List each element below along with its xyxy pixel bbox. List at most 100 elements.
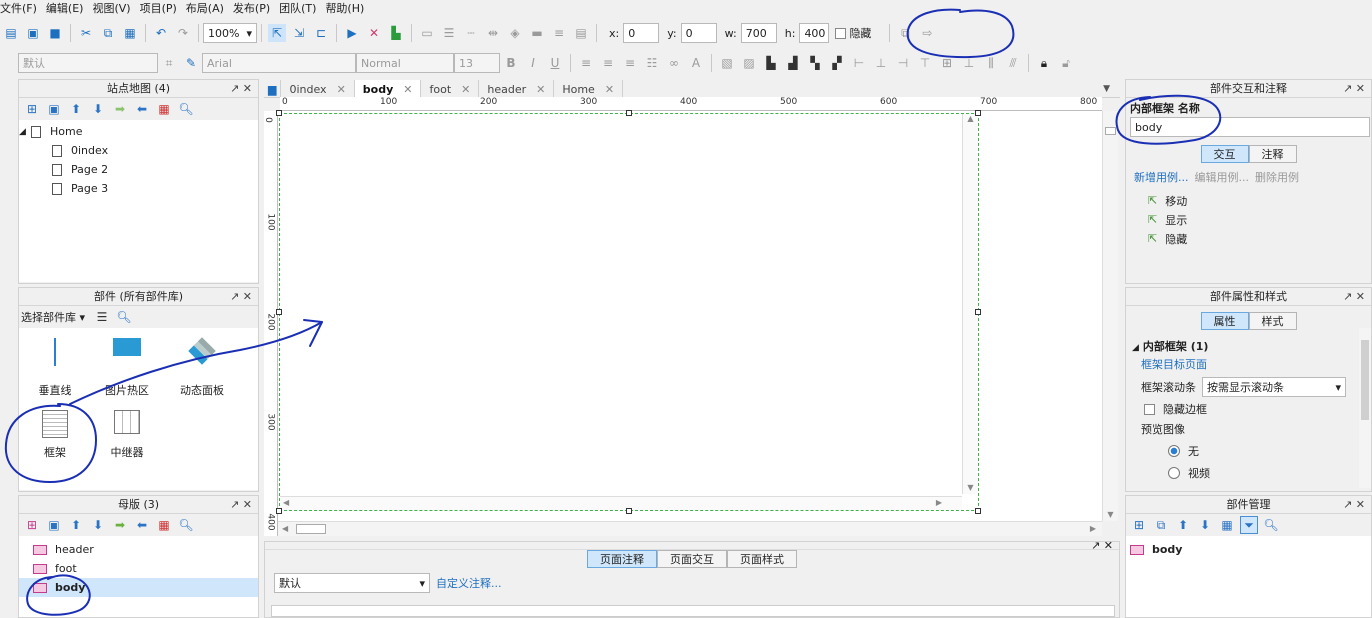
- x-input[interactable]: 0: [623, 23, 660, 43]
- menu-publish[interactable]: 发布(P): [233, 0, 270, 16]
- close-icon[interactable]: ✕: [461, 83, 470, 96]
- publish-icon[interactable]: ▙: [387, 24, 405, 42]
- filter-icon[interactable]: ⏷: [1240, 516, 1258, 534]
- align-objects-right-icon[interactable]: ⊣: [894, 54, 912, 72]
- add-folder-icon[interactable]: ▣: [45, 516, 63, 534]
- event-show[interactable]: ⇱ 显示: [1148, 210, 1367, 229]
- arrow-style-icon[interactable]: ⇹: [484, 24, 502, 42]
- tab-properties[interactable]: 属性: [1200, 312, 1249, 330]
- add-case-link[interactable]: 新增用例...: [1134, 169, 1189, 185]
- resize-handle[interactable]: [975, 110, 981, 116]
- panel-controls-icon[interactable]: ↗ ✕: [1091, 539, 1113, 552]
- manager-item-body[interactable]: body: [1130, 540, 1371, 559]
- group-objects-icon[interactable]: ▚: [806, 54, 824, 72]
- move-up-icon[interactable]: ⬆: [1174, 516, 1192, 534]
- delete-master-icon[interactable]: ▦: [155, 516, 173, 534]
- edit-case-link[interactable]: 编辑用例...: [1195, 169, 1250, 185]
- menu-project[interactable]: 项目(P): [140, 0, 177, 16]
- custom-notes-link[interactable]: 自定义注释...: [436, 575, 502, 591]
- align-objects-center-icon[interactable]: ⊥: [872, 54, 890, 72]
- scroll-down-icon[interactable]: ▼: [963, 483, 978, 492]
- tab-header[interactable]: header ✕: [479, 80, 555, 98]
- inline-frame-widget[interactable]: ▲ ▼ ◀ ▶: [279, 113, 979, 511]
- font-select[interactable]: Arial: [202, 53, 356, 73]
- widget-inline-frame[interactable]: 框架: [27, 410, 83, 460]
- cut-icon[interactable]: ✂: [77, 24, 95, 42]
- move-up-icon[interactable]: ⬆: [67, 516, 85, 534]
- line-style-icon[interactable]: ┄: [462, 24, 480, 42]
- lock-icon[interactable]: 🔒︎: [1035, 54, 1053, 72]
- preview-icon[interactable]: ▶: [343, 24, 361, 42]
- tab-0index[interactable]: 0index ✕: [281, 80, 355, 98]
- outdent-icon[interactable]: ⬅: [133, 100, 151, 118]
- bold-icon[interactable]: B: [502, 54, 520, 72]
- paint-bucket-icon[interactable]: ◈: [506, 24, 524, 42]
- collapse-icon[interactable]: ◢: [1132, 343, 1139, 353]
- duplicate-icon[interactable]: ⧉: [896, 24, 914, 42]
- tab-interactions[interactable]: 交互: [1200, 145, 1249, 163]
- widget-vertical-line[interactable]: 垂直线: [27, 338, 83, 398]
- y-input[interactable]: 0: [680, 23, 717, 43]
- resize-handle[interactable]: [975, 508, 981, 514]
- add-master-icon[interactable]: ⊞: [23, 516, 41, 534]
- search-icon[interactable]: 🔍︎: [115, 308, 133, 326]
- close-icon[interactable]: ✕: [403, 83, 412, 96]
- underline-icon[interactable]: U: [546, 54, 564, 72]
- delete-page-icon[interactable]: ▦: [155, 100, 173, 118]
- radio-video[interactable]: [1168, 467, 1180, 479]
- frame-horizontal-scrollbar[interactable]: ◀ ▶: [280, 496, 962, 510]
- scroll-right-icon[interactable]: ▶: [1090, 524, 1096, 533]
- widget-repeater[interactable]: 中继器: [99, 410, 155, 460]
- bullet-list-icon[interactable]: ☷: [643, 54, 661, 72]
- panel-controls-icon[interactable]: ↗ ✕: [1343, 288, 1365, 306]
- widget-name-input[interactable]: body: [1130, 117, 1370, 137]
- scrollbar-select[interactable]: 按需显示滚动条 ▾: [1202, 377, 1346, 397]
- align-objects-bottom-icon[interactable]: ⊥: [960, 54, 978, 72]
- distribute-v-icon[interactable]: ⫻: [1004, 54, 1022, 72]
- add-folder-icon[interactable]: ▣: [45, 100, 63, 118]
- frame-vertical-scrollbar[interactable]: ▲ ▼: [962, 114, 978, 494]
- resize-handle[interactable]: [276, 508, 282, 514]
- shadow-icon[interactable]: ▬: [528, 24, 546, 42]
- close-icon[interactable]: ✕: [605, 83, 614, 96]
- search-icon[interactable]: 🔍︎: [177, 100, 195, 118]
- unlock-icon[interactable]: 🔓︎: [1057, 54, 1075, 72]
- text-color-icon[interactable]: A: [687, 54, 705, 72]
- font-size-select[interactable]: 13: [454, 53, 500, 73]
- distribute-h-icon[interactable]: ⫼: [982, 54, 1000, 72]
- radio-none[interactable]: [1168, 445, 1180, 457]
- resize-handle[interactable]: [276, 110, 282, 116]
- align-center-icon[interactable]: ≡: [599, 54, 617, 72]
- master-item-foot[interactable]: foot: [19, 559, 258, 578]
- hide-checkbox[interactable]: [835, 27, 847, 39]
- tab-foot[interactable]: foot ✕: [421, 80, 480, 98]
- tab-home[interactable]: Home ✕: [554, 80, 624, 98]
- copy-icon[interactable]: ⧉: [99, 24, 117, 42]
- tab-overflow-icon[interactable]: ▼: [1093, 80, 1120, 97]
- move-down-icon[interactable]: ⬇: [89, 516, 107, 534]
- line-weight-icon[interactable]: ☰: [440, 24, 458, 42]
- menu-view[interactable]: 视图(V): [92, 0, 130, 16]
- scroll-thumb[interactable]: [1361, 340, 1369, 420]
- notes-textarea[interactable]: [271, 605, 1115, 617]
- align-objects-left-icon[interactable]: ⊢: [850, 54, 868, 72]
- master-item-header[interactable]: header: [19, 540, 258, 559]
- new-file-icon[interactable]: ▤: [2, 24, 20, 42]
- paste-icon[interactable]: ▦: [121, 24, 139, 42]
- tab-body[interactable]: body ✕: [354, 80, 422, 98]
- tab-style[interactable]: 样式: [1248, 312, 1297, 330]
- move-down-icon[interactable]: ⬇: [89, 100, 107, 118]
- library-select[interactable]: 选择部件库 ▾: [21, 309, 85, 325]
- menu-layout[interactable]: 布局(A): [186, 0, 224, 16]
- add-page-icon[interactable]: ⊞: [23, 100, 41, 118]
- master-item-body[interactable]: body: [19, 578, 258, 597]
- tree-item-page2[interactable]: Page 2: [19, 160, 258, 179]
- menu-icon[interactable]: ☰: [93, 308, 111, 326]
- open-file-icon[interactable]: ▣: [24, 24, 42, 42]
- align-objects-top-icon[interactable]: ⊤: [916, 54, 934, 72]
- scroll-thumb[interactable]: [296, 524, 326, 534]
- format-painter-icon[interactable]: ⌗: [160, 54, 178, 72]
- share-icon[interactable]: ✕: [365, 24, 383, 42]
- height-input[interactable]: 400: [799, 23, 830, 43]
- scroll-thumb[interactable]: [1105, 127, 1116, 135]
